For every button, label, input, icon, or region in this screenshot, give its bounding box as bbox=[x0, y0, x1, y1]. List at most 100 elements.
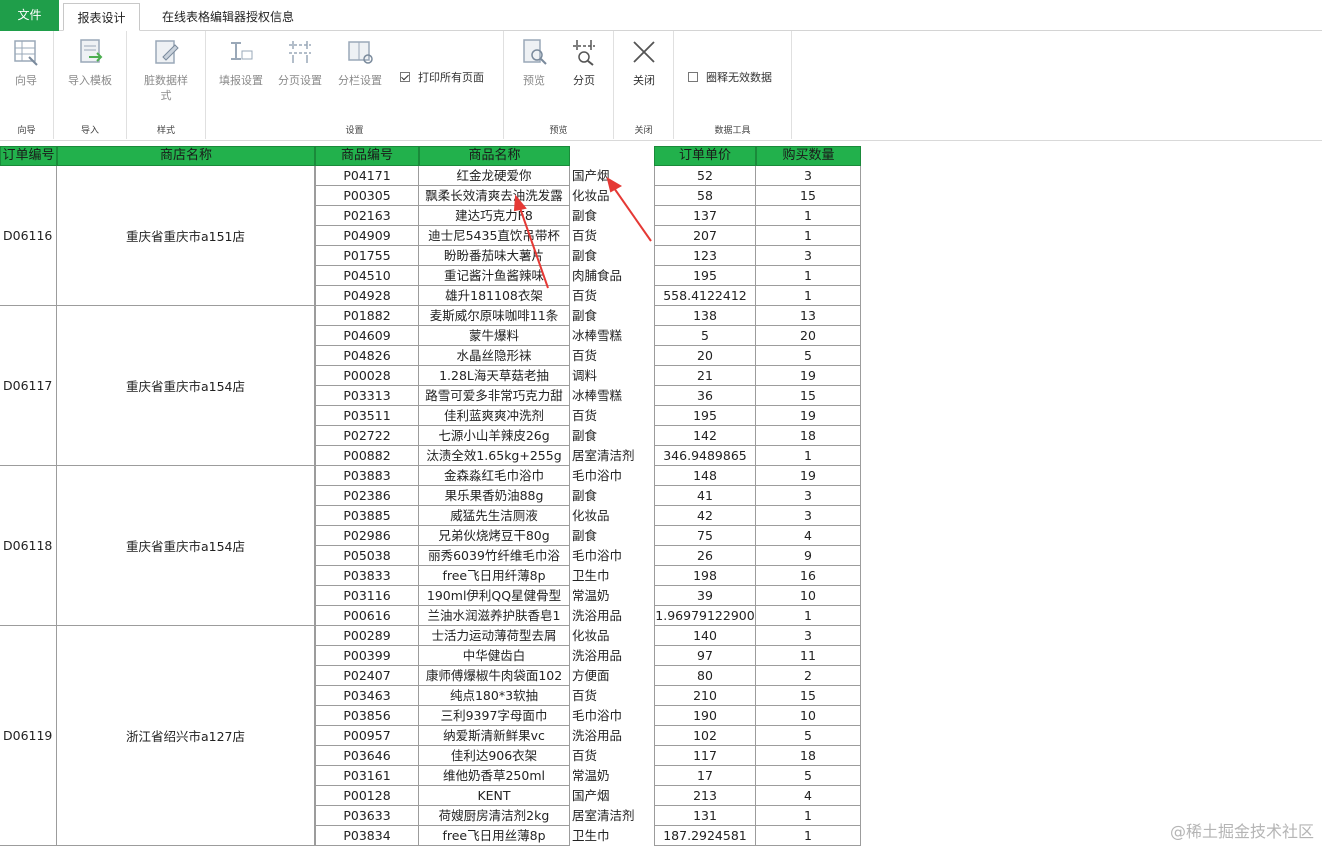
category-cell[interactable]: 居室清洁剂 bbox=[570, 806, 654, 826]
quantity-cell[interactable]: 10 bbox=[756, 706, 861, 726]
quantity-cell[interactable]: 5 bbox=[756, 766, 861, 786]
product-code-cell[interactable]: P04510 bbox=[315, 266, 419, 286]
product-code-cell[interactable]: P03856 bbox=[315, 706, 419, 726]
product-name-cell[interactable]: 果乐果香奶油88g bbox=[419, 486, 570, 506]
product-name-cell[interactable]: 重记酱汁鱼酱辣味 bbox=[419, 266, 570, 286]
unit-price-cell[interactable]: 17 bbox=[654, 766, 756, 786]
unit-price-cell[interactable]: 190 bbox=[654, 706, 756, 726]
unit-price-cell[interactable]: 26 bbox=[654, 546, 756, 566]
circle-invalid-data-checkbox[interactable]: 圈释无效数据 bbox=[688, 71, 772, 85]
shop-name-cell[interactable]: 重庆省重庆市a154店 bbox=[57, 466, 315, 626]
product-code-cell[interactable]: P03646 bbox=[315, 746, 419, 766]
quantity-cell[interactable]: 1 bbox=[756, 806, 861, 826]
quantity-cell[interactable]: 1 bbox=[756, 206, 861, 226]
unit-price-cell[interactable]: 20 bbox=[654, 346, 756, 366]
quantity-cell[interactable]: 1 bbox=[756, 226, 861, 246]
product-name-cell[interactable]: 佳利蓝爽爽冲洗剂 bbox=[419, 406, 570, 426]
category-cell[interactable]: 常温奶 bbox=[570, 766, 654, 786]
unit-price-cell[interactable]: 140 bbox=[654, 626, 756, 646]
category-cell[interactable]: 化妆品 bbox=[570, 506, 654, 526]
product-code-cell[interactable]: P02163 bbox=[315, 206, 419, 226]
product-code-cell[interactable]: P03883 bbox=[315, 466, 419, 486]
product-code-cell[interactable]: P03885 bbox=[315, 506, 419, 526]
product-name-cell[interactable]: 纯点180*3软抽 bbox=[419, 686, 570, 706]
unit-price-cell[interactable]: 131 bbox=[654, 806, 756, 826]
product-name-cell[interactable]: 金森淼红毛巾浴巾 bbox=[419, 466, 570, 486]
product-name-cell[interactable]: 蒙牛爆料 bbox=[419, 326, 570, 346]
unit-price-cell[interactable]: 80 bbox=[654, 666, 756, 686]
product-name-cell[interactable]: 飘柔长效清爽去油洗发露 bbox=[419, 186, 570, 206]
close-button[interactable]: 关闭 bbox=[618, 37, 670, 88]
unit-price-cell[interactable]: 52 bbox=[654, 166, 756, 186]
product-code-cell[interactable]: P03463 bbox=[315, 686, 419, 706]
category-cell[interactable]: 卫生巾 bbox=[570, 566, 654, 586]
category-cell[interactable]: 副食 bbox=[570, 306, 654, 326]
tab-report-design[interactable]: 报表设计 bbox=[63, 3, 140, 31]
category-cell[interactable]: 化妆品 bbox=[570, 626, 654, 646]
product-code-cell[interactable]: P00399 bbox=[315, 646, 419, 666]
category-cell[interactable]: 毛巾浴巾 bbox=[570, 706, 654, 726]
unit-price-cell[interactable]: 207 bbox=[654, 226, 756, 246]
unit-price-cell[interactable]: 41 bbox=[654, 486, 756, 506]
category-cell[interactable]: 调料 bbox=[570, 366, 654, 386]
quantity-cell[interactable]: 3 bbox=[756, 486, 861, 506]
category-cell[interactable]: 卫生巾 bbox=[570, 826, 654, 846]
category-cell[interactable]: 百货 bbox=[570, 686, 654, 706]
product-code-cell[interactable]: P00957 bbox=[315, 726, 419, 746]
unit-price-cell[interactable]: 195 bbox=[654, 266, 756, 286]
product-code-cell[interactable]: P04928 bbox=[315, 286, 419, 306]
product-name-cell[interactable]: 中华健齿白 bbox=[419, 646, 570, 666]
product-name-cell[interactable]: 建达巧克力F8 bbox=[419, 206, 570, 226]
product-code-cell[interactable]: P00882 bbox=[315, 446, 419, 466]
product-name-cell[interactable]: 康师傅爆椒牛肉袋面102 bbox=[419, 666, 570, 686]
quantity-cell[interactable]: 15 bbox=[756, 186, 861, 206]
header-order-id[interactable]: 订单编号 bbox=[0, 146, 57, 166]
category-cell[interactable]: 百货 bbox=[570, 286, 654, 306]
unit-price-cell[interactable]: 97 bbox=[654, 646, 756, 666]
unit-price-cell[interactable]: 195 bbox=[654, 406, 756, 426]
quantity-cell[interactable]: 9 bbox=[756, 546, 861, 566]
quantity-cell[interactable]: 18 bbox=[756, 426, 861, 446]
unit-price-cell[interactable]: 213 bbox=[654, 786, 756, 806]
unit-price-cell[interactable]: 39 bbox=[654, 586, 756, 606]
product-name-cell[interactable]: KENT bbox=[419, 786, 570, 806]
unit-price-cell[interactable]: 117 bbox=[654, 746, 756, 766]
unit-price-cell[interactable]: 210 bbox=[654, 686, 756, 706]
product-name-cell[interactable]: 佳利达906衣架 bbox=[419, 746, 570, 766]
product-code-cell[interactable]: P03511 bbox=[315, 406, 419, 426]
product-name-cell[interactable]: 盼盼番茄味大薯片 bbox=[419, 246, 570, 266]
header-quantity[interactable]: 购买数量 bbox=[756, 146, 861, 166]
unit-price-cell[interactable]: 123 bbox=[654, 246, 756, 266]
quantity-cell[interactable]: 1 bbox=[756, 286, 861, 306]
product-code-cell[interactable]: P02986 bbox=[315, 526, 419, 546]
category-cell[interactable]: 毛巾浴巾 bbox=[570, 466, 654, 486]
quantity-cell[interactable]: 1 bbox=[756, 826, 861, 846]
unit-price-cell[interactable]: 137 bbox=[654, 206, 756, 226]
quantity-cell[interactable]: 5 bbox=[756, 346, 861, 366]
shop-name-cell[interactable]: 重庆省重庆市a154店 bbox=[57, 306, 315, 466]
category-cell[interactable]: 洗浴用品 bbox=[570, 646, 654, 666]
product-code-cell[interactable]: P02407 bbox=[315, 666, 419, 686]
header-product-name[interactable]: 商品名称 bbox=[419, 146, 570, 166]
unit-price-cell[interactable]: 198 bbox=[654, 566, 756, 586]
product-name-cell[interactable]: 1.28L海天草菇老抽 bbox=[419, 366, 570, 386]
quantity-cell[interactable]: 5 bbox=[756, 726, 861, 746]
product-name-cell[interactable]: 雄升181108衣架 bbox=[419, 286, 570, 306]
unit-price-cell[interactable]: 1.96979122900 bbox=[654, 606, 756, 626]
order-id-cell[interactable]: D06117 bbox=[0, 306, 57, 466]
preview-button[interactable]: 预览 bbox=[508, 37, 560, 88]
product-code-cell[interactable]: P03833 bbox=[315, 566, 419, 586]
product-code-cell[interactable]: P03313 bbox=[315, 386, 419, 406]
product-code-cell[interactable]: P00128 bbox=[315, 786, 419, 806]
product-name-cell[interactable]: 兰油水润滋养护肤香皂1 bbox=[419, 606, 570, 626]
product-code-cell[interactable]: P01755 bbox=[315, 246, 419, 266]
dirty-data-style-button[interactable]: 脏数据样式 bbox=[140, 37, 192, 103]
product-code-cell[interactable]: P01882 bbox=[315, 306, 419, 326]
product-name-cell[interactable]: 水晶丝隐形袜 bbox=[419, 346, 570, 366]
product-name-cell[interactable]: 三利9397字母面巾 bbox=[419, 706, 570, 726]
quantity-cell[interactable]: 3 bbox=[756, 626, 861, 646]
quantity-cell[interactable]: 1 bbox=[756, 266, 861, 286]
wizard-button[interactable]: 向导 bbox=[0, 37, 52, 88]
category-cell[interactable]: 洗浴用品 bbox=[570, 606, 654, 626]
quantity-cell[interactable]: 19 bbox=[756, 406, 861, 426]
